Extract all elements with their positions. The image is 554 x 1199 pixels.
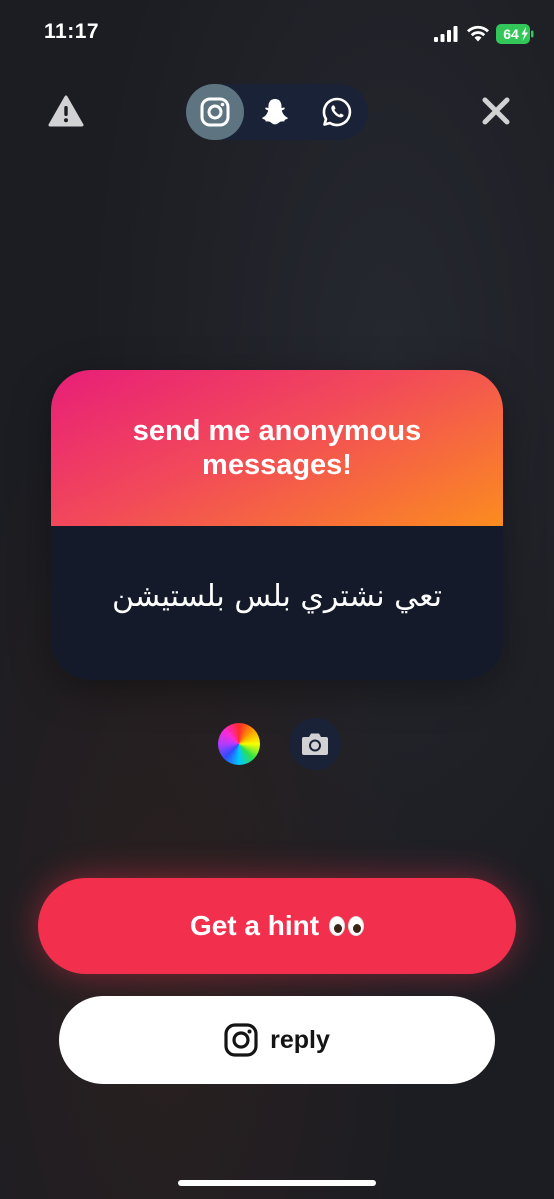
eyes-icon	[329, 916, 365, 936]
status-time: 11:17	[44, 20, 100, 43]
camera-button[interactable]	[289, 718, 341, 770]
card-prompt: send me anonymous messages!	[132, 415, 422, 481]
close-button[interactable]	[476, 92, 516, 130]
battery-level: 64	[503, 26, 519, 42]
report-button[interactable]	[46, 92, 86, 130]
reply-label: reply	[270, 1025, 330, 1054]
get-hint-label: Get a hint	[189, 910, 320, 941]
warning-icon	[48, 95, 84, 127]
share-whatsapp-button[interactable]	[308, 84, 366, 140]
color-picker-button[interactable]	[218, 723, 260, 765]
instagram-icon	[200, 97, 230, 127]
wifi-icon	[467, 25, 489, 42]
share-platform-selector	[186, 84, 368, 140]
card-body: تعي نشتري بلس بلستيشن	[51, 526, 503, 680]
get-hint-button[interactable]: Get a hint	[38, 878, 516, 974]
share-instagram-button[interactable]	[186, 84, 244, 140]
question-card: send me anonymous messages! تعي نشتري بل…	[51, 370, 503, 680]
anonymous-message: تعي نشتري بلس بلستيشن	[112, 578, 442, 614]
share-snapchat-button[interactable]	[246, 84, 304, 140]
camera-icon	[302, 733, 328, 755]
reply-button[interactable]: reply	[59, 996, 495, 1084]
status-bar: 11:17 64	[0, 0, 554, 66]
snapchat-icon	[262, 99, 288, 125]
battery-icon: 64	[496, 24, 534, 44]
close-icon	[482, 97, 510, 125]
whatsapp-icon	[322, 97, 352, 127]
home-indicator	[178, 1180, 376, 1186]
card-header: send me anonymous messages!	[51, 370, 503, 526]
instagram-icon	[224, 1023, 258, 1057]
cellular-signal-icon	[434, 26, 458, 42]
